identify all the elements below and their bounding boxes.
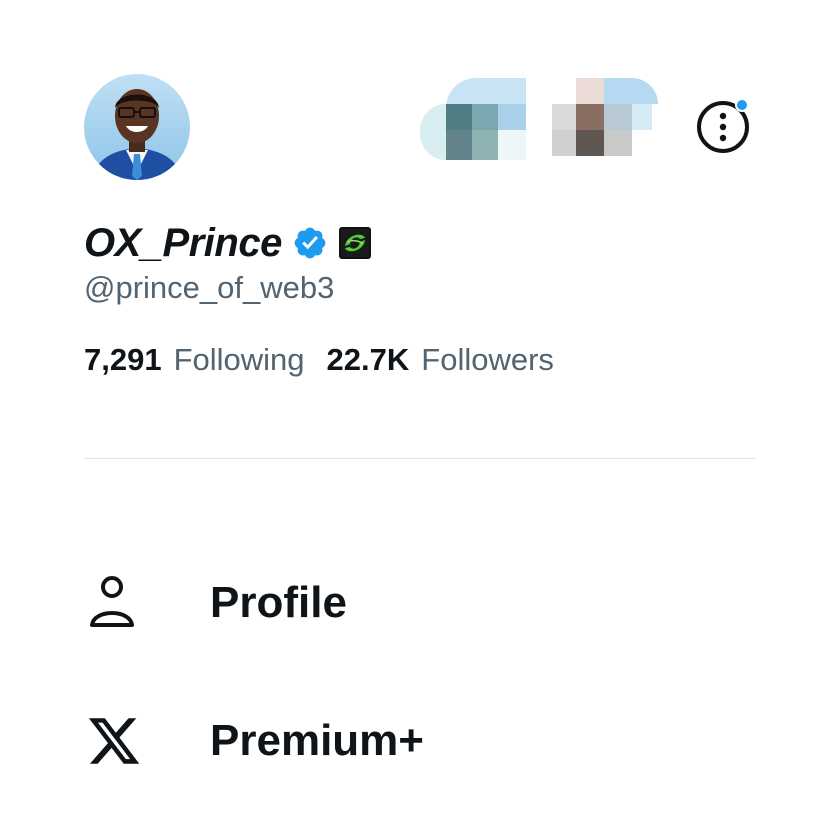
switch-accounts [420,78,670,160]
x-logo-icon [84,710,146,772]
verified-badge-icon [294,227,326,259]
following-label: Following [173,342,305,377]
display-name[interactable]: OX_Prince [84,221,282,266]
user-handle[interactable]: @prince_of_web3 [84,270,334,306]
followers-link[interactable]: 22.7K Followers [327,342,554,378]
name-row: OX_Prince [84,218,372,268]
following-link[interactable]: 7,291 Following [84,342,305,378]
avatar[interactable] [84,74,190,180]
person-icon [84,572,146,634]
divider [84,458,756,459]
followers-count: 22.7K [326,342,410,377]
affiliate-badge-icon[interactable] [338,226,372,260]
other-account-avatar[interactable] [548,78,658,160]
other-account-avatar[interactable] [420,78,526,160]
menu-item-label: Premium+ [210,716,424,765]
more-accounts-button[interactable] [694,98,752,156]
menu-item-label: Profile [210,578,347,627]
following-count: 7,291 [84,342,162,377]
menu-item-profile[interactable]: Profile [84,572,347,634]
followers-label: Followers [421,342,554,377]
notification-dot [735,98,749,112]
menu-item-premium[interactable]: Premium+ [84,710,424,772]
follow-stats: 7,291 Following 22.7K Followers [84,342,554,378]
